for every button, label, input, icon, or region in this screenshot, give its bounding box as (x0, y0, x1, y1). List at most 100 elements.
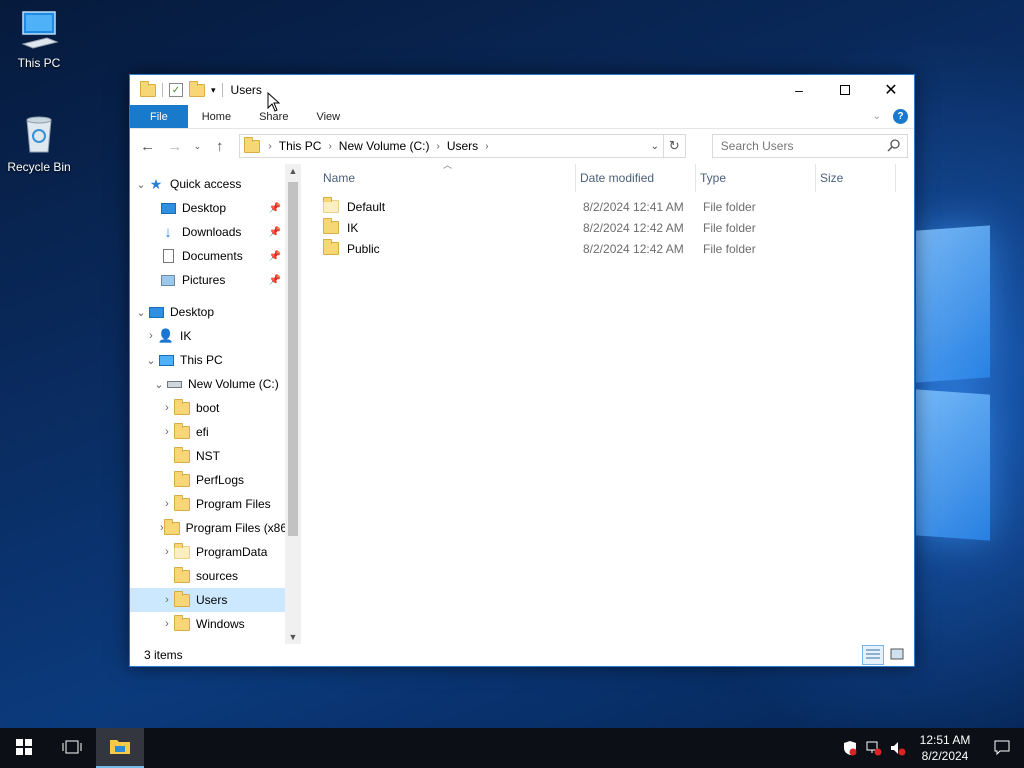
tree-item-programdata[interactable]: › ProgramData (130, 540, 285, 564)
search-input[interactable]: Search Users (721, 139, 794, 153)
action-center-button[interactable] (980, 728, 1024, 768)
expanded-chevron-icon[interactable]: ⌄ (152, 378, 166, 391)
tree-item-label: New Volume (C:) (188, 377, 279, 391)
tree-item-documents[interactable]: Documents 📌 (130, 244, 285, 268)
chevron-right-icon[interactable]: › (435, 141, 442, 152)
expanded-chevron-icon[interactable]: ⌄ (134, 306, 148, 319)
forward-button[interactable]: → (163, 134, 186, 158)
tree-item-downloads[interactable]: ↓ Downloads 📌 (130, 220, 285, 244)
folder-icon (174, 446, 190, 464)
breadcrumb-this-pc[interactable]: This PC (274, 139, 327, 153)
taskbar-file-explorer-button[interactable] (96, 728, 144, 768)
recent-locations-button[interactable]: ⌄ (191, 134, 205, 158)
tree-item-this-pc[interactable]: ⌄ This PC (130, 348, 285, 372)
tab-file[interactable]: File (130, 105, 188, 128)
collapsed-chevron-icon[interactable]: › (160, 426, 174, 438)
column-header-date-modified[interactable]: Date modified (576, 164, 696, 192)
large-icons-view-button[interactable] (886, 645, 908, 665)
system-tray: 12:51 AM 8/2/2024 (838, 728, 1024, 768)
scrollbar-thumb[interactable] (288, 182, 298, 536)
properties-checkbox-icon[interactable]: ✓ (169, 83, 183, 97)
refresh-button[interactable]: ↻ (662, 135, 685, 157)
tree-item-label: PerfLogs (196, 473, 245, 487)
tree-item-pictures[interactable]: Pictures 📌 (130, 268, 285, 292)
chevron-right-icon[interactable]: › (483, 141, 490, 152)
collapsed-chevron-icon[interactable]: › (160, 618, 174, 630)
tab-view[interactable]: View (302, 105, 354, 128)
chevron-right-icon[interactable]: › (266, 141, 273, 152)
collapsed-chevron-icon[interactable]: › (160, 546, 174, 558)
expand-ribbon-icon[interactable]: ⌄ (873, 111, 881, 122)
computer-icon (158, 352, 174, 368)
chevron-down-icon: ⌄ (193, 140, 202, 151)
tree-item-label: Windows (196, 617, 245, 631)
tree-item-efi[interactable]: › efi (130, 420, 285, 444)
collapsed-chevron-icon[interactable]: › (160, 498, 174, 510)
column-header-size[interactable]: Size (816, 164, 896, 192)
collapsed-chevron-icon[interactable]: › (160, 402, 174, 414)
folder-icon (174, 614, 190, 632)
search-box[interactable]: Search Users (711, 134, 909, 158)
tree-item-label: efi (196, 425, 209, 439)
folder-icon (323, 239, 339, 255)
volume-muted-icon[interactable] (886, 728, 910, 768)
scroll-down-icon[interactable]: ▼ (285, 632, 301, 642)
minimize-button[interactable]: – (776, 75, 822, 105)
back-button[interactable]: ← (136, 134, 159, 158)
collapsed-chevron-icon[interactable]: › (144, 330, 158, 342)
start-button[interactable] (0, 728, 48, 768)
details-view-button[interactable] (862, 645, 884, 665)
task-view-button[interactable] (48, 728, 96, 768)
desktop-icon-recycle-bin[interactable]: Recycle Bin (0, 112, 78, 174)
breadcrumb-users[interactable]: Users (442, 139, 483, 153)
tree-item-users[interactable]: › Users (130, 588, 285, 612)
navigation-pane-scrollbar[interactable]: ▲ ▼ (285, 164, 301, 644)
network-icon[interactable] (862, 728, 886, 768)
desktop-icon-label: This PC (17, 56, 61, 70)
tree-item-new-volume[interactable]: ⌄ New Volume (C:) (130, 372, 285, 396)
tree-item-perflogs[interactable]: PerfLogs (130, 468, 285, 492)
tree-item-quick-access[interactable]: ⌄ ★ Quick access (130, 172, 285, 196)
file-row-public[interactable]: Public 8/2/2024 12:42 AM File folder (319, 238, 914, 259)
tab-home[interactable]: Home (188, 105, 245, 128)
qa-dropdown-icon[interactable]: ▾ (211, 85, 216, 96)
tree-item-label: Downloads (182, 225, 242, 239)
new-folder-icon[interactable] (189, 80, 205, 97)
breadcrumb-new-volume[interactable]: New Volume (C:) (334, 139, 435, 153)
expanded-chevron-icon[interactable]: ⌄ (144, 354, 158, 367)
column-header-type[interactable]: Type (696, 164, 816, 192)
mouse-cursor-icon (267, 92, 281, 112)
scroll-up-icon[interactable]: ▲ (285, 166, 301, 176)
tree-item-nst[interactable]: NST (130, 444, 285, 468)
pin-icon: 📌 (268, 226, 281, 238)
security-shield-icon[interactable] (838, 728, 862, 768)
close-button[interactable]: ✕ (868, 75, 914, 105)
tree-item-boot[interactable]: › boot (130, 396, 285, 420)
tree-item-ik[interactable]: › 👤 IK (130, 324, 285, 348)
tree-item-label: IK (180, 329, 192, 343)
tree-item-desktop-pinned[interactable]: Desktop 📌 (130, 196, 285, 220)
column-header-row: ︿ Name Date modified Type Size (319, 160, 914, 192)
tree-item-program-files-x86[interactable]: › Program Files (x86) (130, 516, 285, 540)
tree-item-sources[interactable]: sources (130, 564, 285, 588)
collapsed-chevron-icon[interactable]: › (160, 594, 174, 606)
clock[interactable]: 12:51 AM 8/2/2024 (910, 732, 980, 764)
address-dropdown-icon[interactable]: ⌄ (647, 135, 663, 157)
file-row-ik[interactable]: IK 8/2/2024 12:42 AM File folder (319, 217, 914, 238)
tree-item-desktop[interactable]: ⌄ Desktop (130, 300, 285, 324)
pin-icon: 📌 (268, 250, 281, 262)
tree-item-program-files[interactable]: › Program Files (130, 492, 285, 516)
up-button[interactable]: ↑ (208, 134, 231, 158)
help-icon[interactable]: ? (893, 109, 908, 124)
maximize-button[interactable] (822, 75, 868, 105)
tree-item-label: This PC (180, 353, 223, 367)
tree-item-label: NST (196, 449, 220, 463)
address-bar[interactable]: › This PC › New Volume (C:) › Users › ⌄ … (239, 134, 686, 158)
tree-item-windows[interactable]: › Windows (130, 612, 285, 636)
file-row-default[interactable]: Default 8/2/2024 12:41 AM File folder (319, 196, 914, 217)
expanded-chevron-icon[interactable]: ⌄ (134, 178, 148, 191)
title-bar[interactable]: ✓ ▾ Users – ✕ (130, 75, 914, 105)
tree-item-label: boot (196, 401, 220, 415)
chevron-right-icon[interactable]: › (326, 141, 333, 152)
desktop-icon-this-pc[interactable]: This PC (0, 8, 78, 70)
